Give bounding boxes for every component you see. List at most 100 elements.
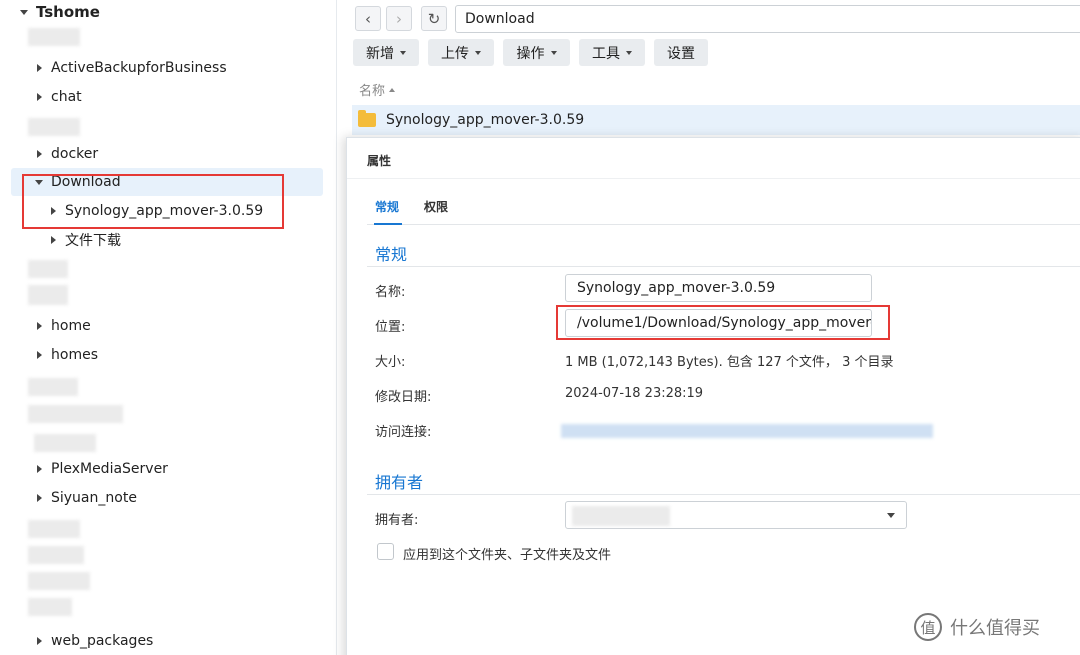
- tree-item-label: homes: [51, 347, 98, 363]
- tab-general[interactable]: 常规: [375, 198, 399, 215]
- upload-button[interactable]: 上传: [428, 39, 494, 66]
- upload-button-label: 上传: [441, 45, 469, 62]
- tree-item-activebackup[interactable]: ActiveBackupforBusiness: [0, 54, 337, 82]
- tree-item-label: home: [51, 318, 91, 334]
- redacted-item: [28, 546, 84, 564]
- access-link-label: 访问连接:: [375, 425, 432, 440]
- tree-item-homes[interactable]: homes: [0, 341, 337, 369]
- size-label: 大小:: [375, 355, 406, 370]
- highlight-box: [556, 305, 890, 340]
- expand-arrow-icon[interactable]: [37, 150, 42, 158]
- tree-item-label: ActiveBackupforBusiness: [51, 60, 227, 76]
- redacted-item: [28, 118, 80, 136]
- apply-recursive-checkbox[interactable]: [377, 543, 394, 560]
- back-button[interactable]: ‹: [355, 6, 381, 31]
- divider: [347, 178, 1080, 179]
- name-label: 名称:: [375, 285, 406, 300]
- properties-dialog: 属性 常规 权限 常规 名称: Synology_app_mover-3.0.5…: [346, 137, 1080, 655]
- general-section-title: 常规: [375, 245, 408, 264]
- action-button[interactable]: 操作: [503, 39, 570, 66]
- redacted-item: [28, 598, 72, 616]
- expand-arrow-icon[interactable]: [37, 64, 42, 72]
- tree-item-label: docker: [51, 146, 99, 162]
- highlight-box: [22, 174, 284, 229]
- tab-permissions[interactable]: 权限: [424, 198, 448, 215]
- location-label: 位置:: [375, 320, 406, 335]
- expand-arrow-icon[interactable]: [37, 637, 42, 645]
- size-value: 1 MB (1,072,143 Bytes). 包含 127 个文件， 3 个目…: [565, 355, 894, 370]
- watermark-logo-icon: 值: [914, 613, 942, 641]
- divider: [367, 224, 1080, 225]
- file-name: Synology_app_mover-3.0.59: [386, 112, 585, 128]
- divider: [367, 494, 1080, 495]
- tree-item-label: PlexMediaServer: [51, 461, 168, 477]
- path-text: Download: [465, 11, 535, 27]
- tree-item-label: web_packages: [51, 633, 154, 649]
- redacted-link: [561, 424, 933, 438]
- dialog-title: 属性: [367, 154, 392, 168]
- tree-root[interactable]: Tshome: [20, 2, 100, 22]
- redacted-item: [28, 378, 78, 396]
- watermark: 值 什么值得买: [914, 613, 1040, 641]
- apply-recursive-label: 应用到这个文件夹、子文件夹及文件: [403, 548, 612, 563]
- redacted-item: [28, 260, 68, 278]
- redacted-item: [28, 285, 68, 305]
- back-arrow-icon: ‹: [365, 9, 371, 28]
- folder-icon: [358, 110, 376, 127]
- new-button-label: 新增: [366, 45, 394, 62]
- name-field-value: Synology_app_mover-3.0.59: [577, 280, 776, 296]
- active-tab-indicator: [374, 223, 402, 225]
- expand-arrow-icon[interactable]: [20, 9, 28, 15]
- forward-button[interactable]: ›: [386, 6, 412, 31]
- tree-item-label: chat: [51, 89, 82, 105]
- dropdown-caret-icon: [475, 50, 481, 55]
- path-bar[interactable]: Download: [455, 5, 1080, 33]
- expand-arrow-icon[interactable]: [37, 494, 42, 502]
- expand-arrow-icon[interactable]: [37, 93, 42, 101]
- redacted-item: [28, 28, 80, 46]
- tree-item-home[interactable]: home: [0, 312, 337, 340]
- tree-item-label: Siyuan_note: [51, 490, 137, 506]
- new-button[interactable]: 新增: [353, 39, 419, 66]
- redacted-item: [28, 572, 90, 590]
- expand-arrow-icon[interactable]: [37, 322, 42, 330]
- redacted-owner: [572, 506, 670, 526]
- settings-button[interactable]: 设置: [654, 39, 708, 66]
- dropdown-caret-icon: [887, 513, 895, 518]
- refresh-button[interactable]: ↻: [421, 6, 447, 31]
- forward-arrow-icon: ›: [396, 9, 402, 28]
- folder-tree: Tshome ActiveBackupforBusiness chat dock…: [0, 0, 337, 655]
- name-field[interactable]: Synology_app_mover-3.0.59: [565, 274, 872, 302]
- owner-label: 拥有者:: [375, 513, 419, 528]
- column-header-label: 名称: [359, 84, 386, 99]
- modified-date-label: 修改日期:: [375, 390, 432, 405]
- tree-item-downloads-folder[interactable]: 文件下载: [0, 226, 337, 254]
- dropdown-caret-icon: [400, 50, 406, 55]
- tools-button-label: 工具: [592, 45, 620, 62]
- dropdown-caret-icon: [550, 50, 557, 55]
- file-row[interactable]: Synology_app_mover-3.0.59: [352, 105, 1080, 135]
- tree-item-label: 文件下载: [65, 233, 121, 249]
- dropdown-caret-icon: [626, 50, 632, 55]
- modified-date-value: 2024-07-18 23:28:19: [565, 386, 704, 401]
- divider: [367, 266, 1080, 267]
- tree-root-label: Tshome: [36, 3, 100, 21]
- owner-section-title: 拥有者: [375, 473, 424, 492]
- tree-item-plexmediaserver[interactable]: PlexMediaServer: [0, 455, 337, 483]
- watermark-text: 什么值得买: [950, 618, 1040, 639]
- redacted-item: [28, 520, 80, 538]
- settings-button-label: 设置: [667, 45, 695, 62]
- expand-arrow-icon[interactable]: [51, 236, 56, 244]
- tree-item-siyuan-note[interactable]: Siyuan_note: [0, 484, 337, 512]
- action-button-label: 操作: [516, 45, 545, 62]
- sort-ascending-icon: [389, 87, 396, 92]
- column-header-name[interactable]: 名称: [359, 80, 396, 99]
- expand-arrow-icon[interactable]: [37, 465, 42, 473]
- tools-button[interactable]: 工具: [579, 39, 645, 66]
- expand-arrow-icon[interactable]: [37, 351, 42, 359]
- tree-item-web-packages[interactable]: web_packages: [0, 627, 337, 655]
- tree-item-chat[interactable]: chat: [0, 83, 337, 111]
- owner-select[interactable]: [565, 501, 907, 529]
- redacted-item: [34, 434, 96, 452]
- tree-item-docker[interactable]: docker: [0, 140, 337, 168]
